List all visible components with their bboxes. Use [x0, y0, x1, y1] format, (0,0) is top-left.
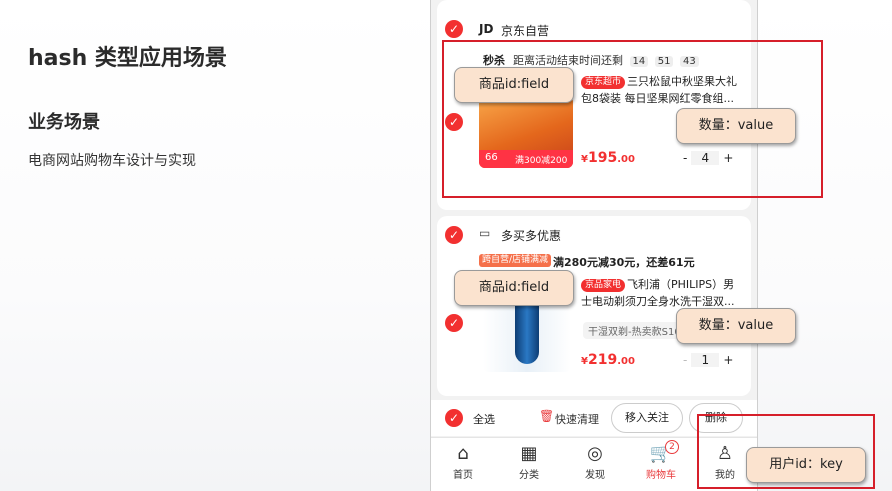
promo-store-icon: ▭: [479, 226, 491, 240]
tab-home[interactable]: ⌂ 首页: [437, 442, 489, 481]
category-icon: ▦: [520, 443, 538, 464]
product-select-checkbox[interactable]: ✓: [445, 314, 463, 332]
select-all-label[interactable]: 全选: [473, 411, 495, 427]
promo-tag: 跨自营/店铺满减: [479, 254, 552, 267]
tab-cart[interactable]: 🛒 2 购物车: [635, 440, 687, 481]
quantity-input[interactable]: 1: [691, 353, 720, 367]
increase-button[interactable]: +: [723, 353, 733, 367]
store-name[interactable]: 京东自营: [501, 22, 549, 39]
cart-count-badge: 2: [665, 440, 679, 454]
quick-clear-button[interactable]: 快速清理: [555, 411, 599, 427]
callout-quantity-1: 数量：value: [676, 108, 796, 144]
quantity-stepper: -1 +: [683, 353, 733, 367]
cart-store-card-promo: ✓ ▭ 多买多优惠 跨自营/店铺满减 满280元减30元，还差61元 ✓ 京品家…: [437, 216, 751, 396]
tab-label: 首页: [453, 470, 473, 481]
select-all-checkbox[interactable]: ✓: [445, 409, 463, 427]
slide-title: hash 类型应用场景: [28, 46, 227, 71]
promo-text[interactable]: 满280元减30元，还差61元: [553, 254, 695, 270]
home-icon: ⌂: [457, 443, 469, 464]
promo-store-name[interactable]: 多买多优惠: [501, 227, 561, 244]
tab-label: 购物车: [646, 470, 676, 481]
callout-product-id-1: 商品id:field: [454, 67, 574, 103]
tab-category[interactable]: ▦ 分类: [503, 442, 555, 481]
product-title[interactable]: 飞利浦（PHILIPS）男士电动剃须刀全身水洗干湿双...: [581, 276, 741, 310]
cart-icon: 🛒: [649, 443, 673, 464]
product-price: ¥219.00: [581, 352, 635, 368]
tab-label: 发现: [585, 470, 605, 481]
callout-product-id-2: 商品id:field: [454, 270, 574, 306]
callout-user-id: 用户id：key: [746, 447, 866, 483]
jd-logo: JD: [479, 22, 494, 36]
tab-label: 分类: [519, 470, 539, 481]
store-select-checkbox[interactable]: ✓: [445, 226, 463, 244]
trash-icon: 🗑: [539, 409, 555, 423]
callout-quantity-2: 数量：value: [676, 308, 796, 344]
move-to-follow-button[interactable]: 移入关注: [611, 403, 683, 433]
slide-body-text: 电商网站购物车设计与实现: [28, 153, 196, 169]
slide-subtitle: 业务场景: [28, 112, 100, 133]
product-spec-selector[interactable]: 干湿双剃-热卖款S10: [583, 322, 686, 339]
tab-discover[interactable]: ◎ 发现: [569, 442, 621, 481]
discover-icon: ◎: [587, 443, 603, 464]
store-select-checkbox[interactable]: ✓: [445, 20, 463, 38]
decrease-button[interactable]: -: [683, 353, 687, 367]
